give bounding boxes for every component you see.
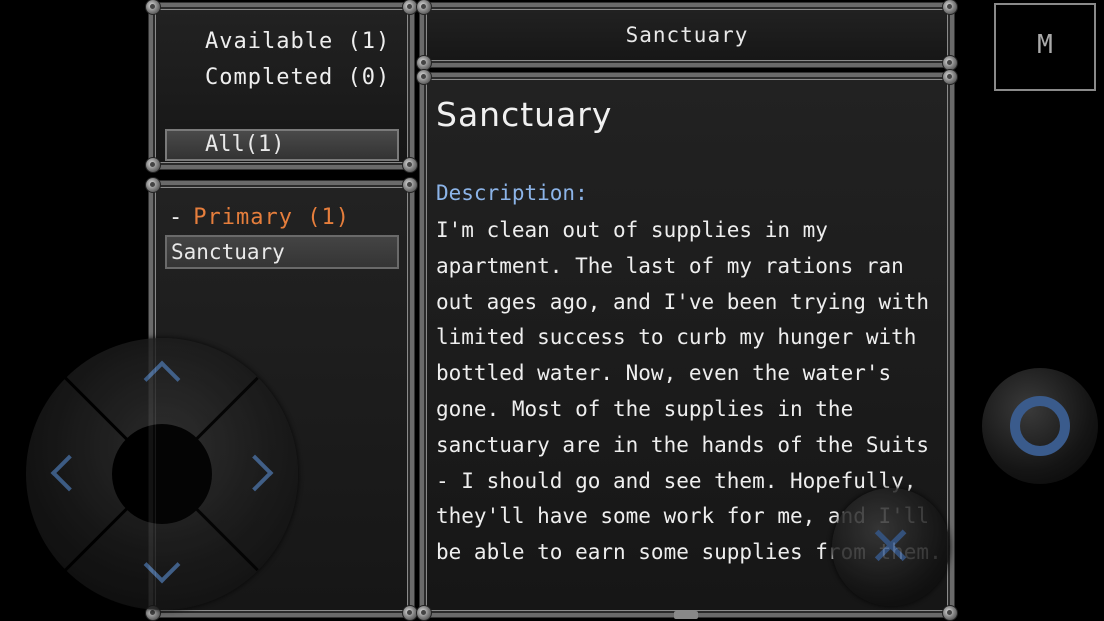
rivet-icon [416,0,432,15]
circle-icon [1010,396,1070,456]
arrow-up-icon[interactable] [143,360,181,398]
rivet-icon [416,69,432,85]
close-icon: ✕ [868,515,914,578]
cancel-button[interactable]: ✕ [832,488,950,606]
category-header-primary[interactable]: - Primary (1) [169,205,350,230]
quest-list-item[interactable]: Sanctuary [165,235,399,269]
gear-icon [402,177,418,193]
rivet-icon [942,605,958,621]
quest-title: Sanctuary [436,95,613,134]
arrow-left-icon[interactable] [50,454,88,492]
filter-available[interactable]: Available (1) [205,29,390,54]
rivet-icon [416,605,432,621]
quest-header-panel: Sanctuary [416,0,958,71]
header-title: Sanctuary [625,23,749,47]
rivet-icon [145,177,161,193]
scroll-handle[interactable] [674,611,698,619]
arrow-right-icon[interactable] [236,454,274,492]
category-label: Primary (1) [193,205,350,230]
map-button[interactable]: M [994,3,1096,91]
description-label: Description: [436,181,588,205]
quest-filter-panel: Available (1) Completed (0) All(1) [145,0,418,173]
gear-icon [942,69,958,85]
gear-icon [942,0,958,15]
confirm-button[interactable] [982,368,1098,484]
rivet-icon [145,157,161,173]
rivet-icon [402,157,418,173]
dpad-center [112,424,212,524]
arrow-down-icon[interactable] [143,546,181,584]
rivet-icon [145,0,161,15]
filter-completed[interactable]: Completed (0) [205,65,390,90]
dpad[interactable] [26,338,298,610]
collapse-dash: - [169,205,184,230]
all-filter-button[interactable]: All(1) [165,129,399,161]
